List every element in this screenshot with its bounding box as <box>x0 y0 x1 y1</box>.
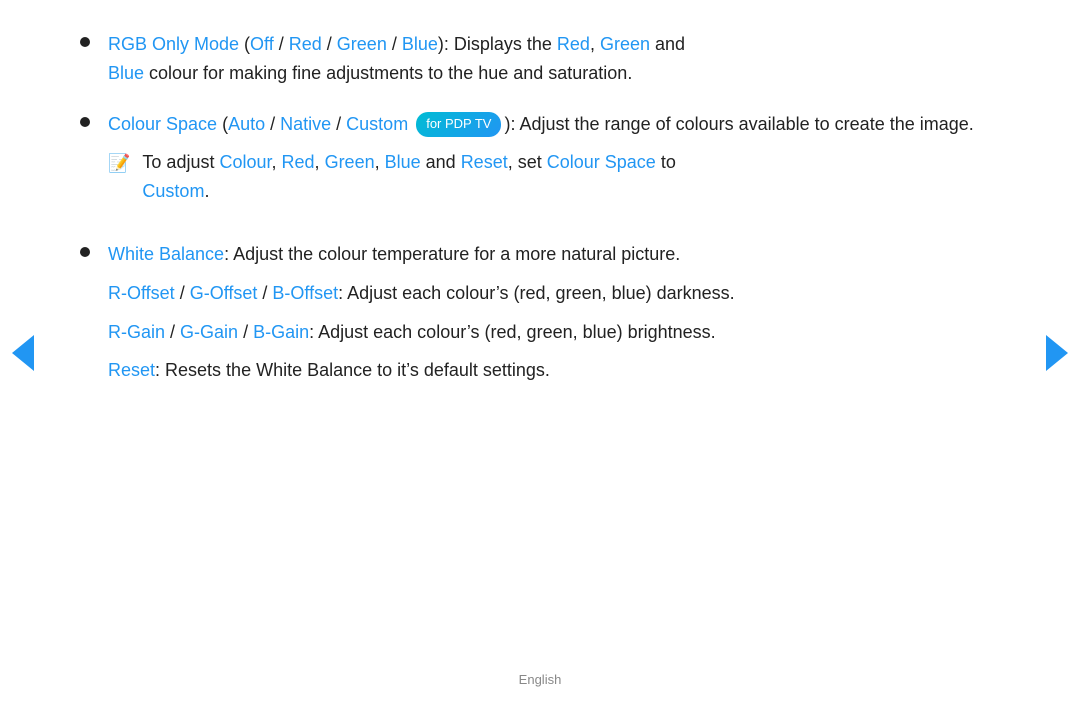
rgb-green: Green <box>337 34 387 54</box>
wb-reset: Reset <box>108 360 155 380</box>
r-offset: R-Offset <box>108 283 175 303</box>
rgb-rest: colour for making fine adjustments to th… <box>144 63 632 83</box>
bullet-dot <box>80 37 90 47</box>
colour-space-label: Colour Space <box>108 114 217 134</box>
note-period: . <box>204 181 209 201</box>
rgb-slash2: / <box>322 34 337 54</box>
cs-auto: Auto <box>228 114 265 134</box>
rgb-slash3: / <box>387 34 402 54</box>
page-content: RGB Only Mode (Off / Red / Green / Blue)… <box>0 0 1080 705</box>
note-to: to <box>656 152 676 172</box>
nav-arrow-right[interactable] <box>1046 335 1068 371</box>
b-offset: B-Offset <box>272 283 338 303</box>
cs-paren-close: ): Adjust the range of colours available… <box>504 114 973 134</box>
cs-paren-open: ( <box>217 114 228 134</box>
note-colour: Colour <box>219 152 271 172</box>
note-red: Red <box>282 152 315 172</box>
rgb-blue2: Blue <box>108 63 144 83</box>
note-colour-space: Colour Space <box>547 152 656 172</box>
wb-rest: : Adjust the colour temperature for a mo… <box>224 244 680 264</box>
sub2-slash1: / <box>165 322 180 342</box>
sub2-slash2: / <box>238 322 253 342</box>
sub1-rest: : Adjust each colour’s (red, green, blue… <box>338 283 735 303</box>
note-comma1: , <box>272 152 282 172</box>
white-balance-label: White Balance <box>108 244 224 264</box>
bullet-dot-2 <box>80 117 90 127</box>
cs-native: Native <box>280 114 331 134</box>
bullet-text-rgb: RGB Only Mode (Off / Red / Green / Blue)… <box>108 30 980 88</box>
rgb-blue: Blue <box>402 34 438 54</box>
note-and: and <box>421 152 461 172</box>
note-green: Green <box>325 152 375 172</box>
bullet-item-white-balance: White Balance: Adjust the colour tempera… <box>80 240 980 385</box>
wb-sub2: R-Gain / G-Gain / B-Gain: Adjust each co… <box>108 318 980 347</box>
note-before: To adjust <box>142 152 219 172</box>
sub2-rest: : Adjust each colour’s (red, green, blue… <box>309 322 716 342</box>
cs-slash1: / <box>265 114 280 134</box>
rgb-off: Off <box>250 34 274 54</box>
bullet-dot-3 <box>80 247 90 257</box>
note-middle: , set <box>508 152 547 172</box>
bullet-list: RGB Only Mode (Off / Red / Green / Blue)… <box>80 30 980 385</box>
g-offset: G-Offset <box>190 283 258 303</box>
note-item: 📝 To adjust Colour, Red, Green, Blue and… <box>108 148 980 206</box>
sub1-slash1: / <box>175 283 190 303</box>
g-gain: G-Gain <box>180 322 238 342</box>
cs-custom: Custom <box>346 114 408 134</box>
wb-sub3: Reset: Resets the White Balance to it’s … <box>108 356 980 385</box>
note-blue: Blue <box>385 152 421 172</box>
bullet-item-colour-space: Colour Space (Auto / Native / Custom for… <box>80 110 980 218</box>
note-text: To adjust Colour, Red, Green, Blue and R… <box>142 148 980 206</box>
cs-slash2: / <box>331 114 346 134</box>
rgb-comma: , <box>590 34 600 54</box>
b-gain: B-Gain <box>253 322 309 342</box>
footer-language: English <box>519 672 562 687</box>
sub1-slash2: / <box>257 283 272 303</box>
bullet-text-white-balance: White Balance: Adjust the colour tempera… <box>108 240 980 385</box>
bullet-item-rgb: RGB Only Mode (Off / Red / Green / Blue)… <box>80 30 980 88</box>
note-reset: Reset <box>461 152 508 172</box>
rgb-red: Red <box>289 34 322 54</box>
note-comma2: , <box>315 152 325 172</box>
note-custom: Custom <box>142 181 204 201</box>
rgb-green2: Green <box>600 34 650 54</box>
rgb-paren-open: ( <box>239 34 250 54</box>
note-icon: 📝 <box>108 149 130 178</box>
sub3-rest: : Resets the White Balance to it’s defau… <box>155 360 550 380</box>
note-comma3: , <box>375 152 385 172</box>
rgb-only-mode-label: RGB Only Mode <box>108 34 239 54</box>
nav-arrow-left[interactable] <box>12 335 34 371</box>
bullet-text-colour-space: Colour Space (Auto / Native / Custom for… <box>108 110 980 218</box>
wb-sub1: R-Offset / G-Offset / B-Offset: Adjust e… <box>108 279 980 308</box>
rgb-and: and <box>650 34 685 54</box>
pdp-tv-badge: for PDP TV <box>416 112 501 137</box>
rgb-red2: Red <box>557 34 590 54</box>
rgb-paren-close: ): Displays the <box>438 34 557 54</box>
r-gain: R-Gain <box>108 322 165 342</box>
rgb-slash1: / <box>274 34 289 54</box>
